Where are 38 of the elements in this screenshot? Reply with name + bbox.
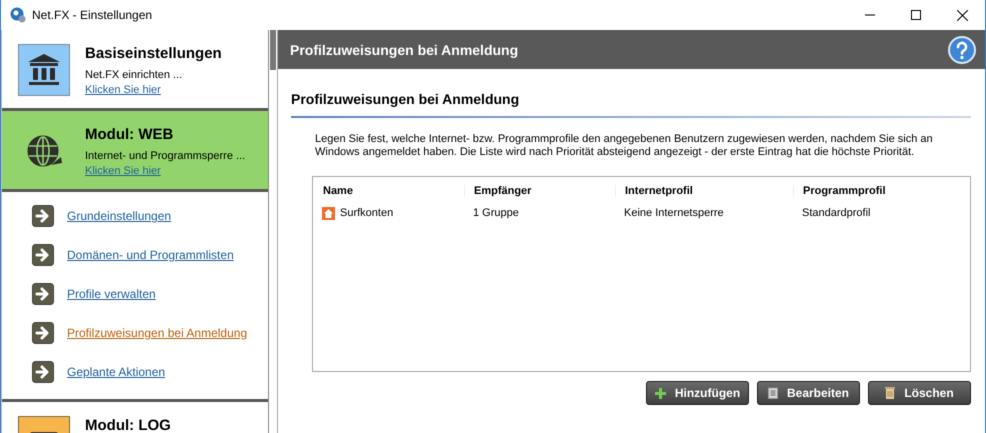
edit-button[interactable]: Bearbeiten [757, 381, 860, 405]
table-cell: Surfkonten [340, 207, 394, 219]
table-cell-text: Standardprofil [801, 207, 872, 219]
nav-link[interactable]: Grundeinstellungen [67, 209, 172, 223]
nav-link[interactable]: Geplante Aktionen [67, 365, 166, 379]
trash-icon [885, 387, 896, 399]
clipboard-icon [768, 387, 778, 399]
nav-link[interactable]: Domänen- und Programmlisten [67, 248, 234, 262]
column-header[interactable]: Programmprofil [793, 185, 961, 197]
module-title: Modul: WEB [85, 126, 174, 143]
column-header[interactable]: Name [322, 185, 464, 197]
maximize-icon [911, 10, 921, 20]
module-link[interactable]: Klicken Sie hier [85, 165, 161, 177]
delete-button[interactable]: Löschen [868, 381, 971, 405]
module-description: Net.FX einrichten ... [85, 69, 182, 81]
section-title: Profilzuweisungen bei Anmeldung [291, 91, 971, 118]
nav-link[interactable]: Profile verwalten [67, 287, 156, 301]
help-icon[interactable] [948, 36, 976, 64]
module-panel[interactable]: Modul: WEB Internet- und Programmsperre ... Klicken Sie hier [2, 111, 268, 189]
table-cell-text: 1 Gruppe [472, 207, 520, 219]
table-cell-text: Keine Internetsperre [623, 207, 725, 219]
bank-icon [18, 44, 70, 96]
app-icon [10, 7, 26, 23]
module-link[interactable]: Klicken Sie hier [85, 84, 161, 96]
plus-icon [654, 388, 666, 398]
header-title: Profilzuweisungen bei Anmeldung [290, 42, 518, 58]
column-header[interactable]: Internetprofil [615, 185, 793, 197]
module-title: Basiseinstellungen [85, 45, 222, 62]
description-text: Legen Sie fest, welche Internet- bzw. Programmprofile den angegebenen Benutzern zugewiesen werden, nachdem Sie sich an Windows angemeldet haben. Die Liste wird nach Priorität absteigend angezeigt - der erste Eintrag hat die höchste Priorität. [315, 133, 934, 159]
module-title: Modul: LOG [85, 417, 171, 433]
close-icon [956, 10, 968, 20]
nav-link[interactable]: Profilzuweisungen bei Anmeldung [67, 326, 248, 340]
scrollbar-thumb[interactable] [270, 30, 276, 70]
window-title: Net.FX - Einstellungen [32, 8, 152, 22]
add-button[interactable]: Hinzufügen [646, 381, 749, 405]
module-description: Internet- und Programmsperre ... [85, 150, 246, 162]
column-header[interactable]: Empfänger [464, 185, 615, 197]
house-icon [322, 206, 335, 220]
